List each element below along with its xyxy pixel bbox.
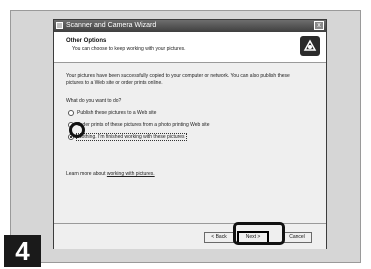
- option-label: Nothing. I'm finished working with these…: [76, 133, 187, 141]
- option-label: Publish these pictures to a Web site: [77, 110, 157, 116]
- window-title: Scanner and Camera Wizard: [66, 22, 157, 29]
- learn-more-link[interactable]: working with pictures.: [107, 171, 155, 177]
- radio-button[interactable]: [68, 110, 74, 116]
- question-label: What do you want to do?: [66, 98, 122, 104]
- intro-text: Your pictures have been successfully cop…: [66, 73, 290, 86]
- step-number-badge: 4: [4, 235, 41, 267]
- wizard-app-icon: [56, 22, 63, 29]
- option-order-prints[interactable]: Order prints of these pictures from a ph…: [68, 121, 209, 129]
- page-subtitle: You can choose to keep working with your…: [72, 46, 186, 52]
- cancel-button[interactable]: Cancel: [282, 232, 312, 243]
- page-title: Other Options: [66, 38, 107, 44]
- close-button[interactable]: x: [314, 21, 324, 30]
- title-bar: Scanner and Camera Wizard x: [54, 20, 326, 32]
- learn-more-text: Learn more about working with pictures.: [66, 171, 155, 177]
- wizard-window: Scanner and Camera Wizard x Other Option…: [53, 19, 327, 249]
- option-nothing[interactable]: Nothing. I'm finished working with these…: [68, 133, 187, 141]
- next-button-highlight: [233, 222, 285, 245]
- option-publish-web[interactable]: Publish these pictures to a Web site: [68, 109, 156, 117]
- wizard-footer: < Back Next > Cancel: [54, 223, 326, 249]
- camera-wizard-icon: [300, 36, 320, 56]
- radio-highlight-circle: [69, 122, 85, 138]
- back-button[interactable]: < Back: [204, 232, 234, 243]
- wizard-header: Other Options You can choose to keep wor…: [54, 32, 326, 63]
- option-label: Order prints of these pictures from a ph…: [77, 122, 210, 128]
- learn-more-prefix: Learn more about: [66, 171, 106, 177]
- wizard-body: Your pictures have been successfully cop…: [54, 63, 326, 223]
